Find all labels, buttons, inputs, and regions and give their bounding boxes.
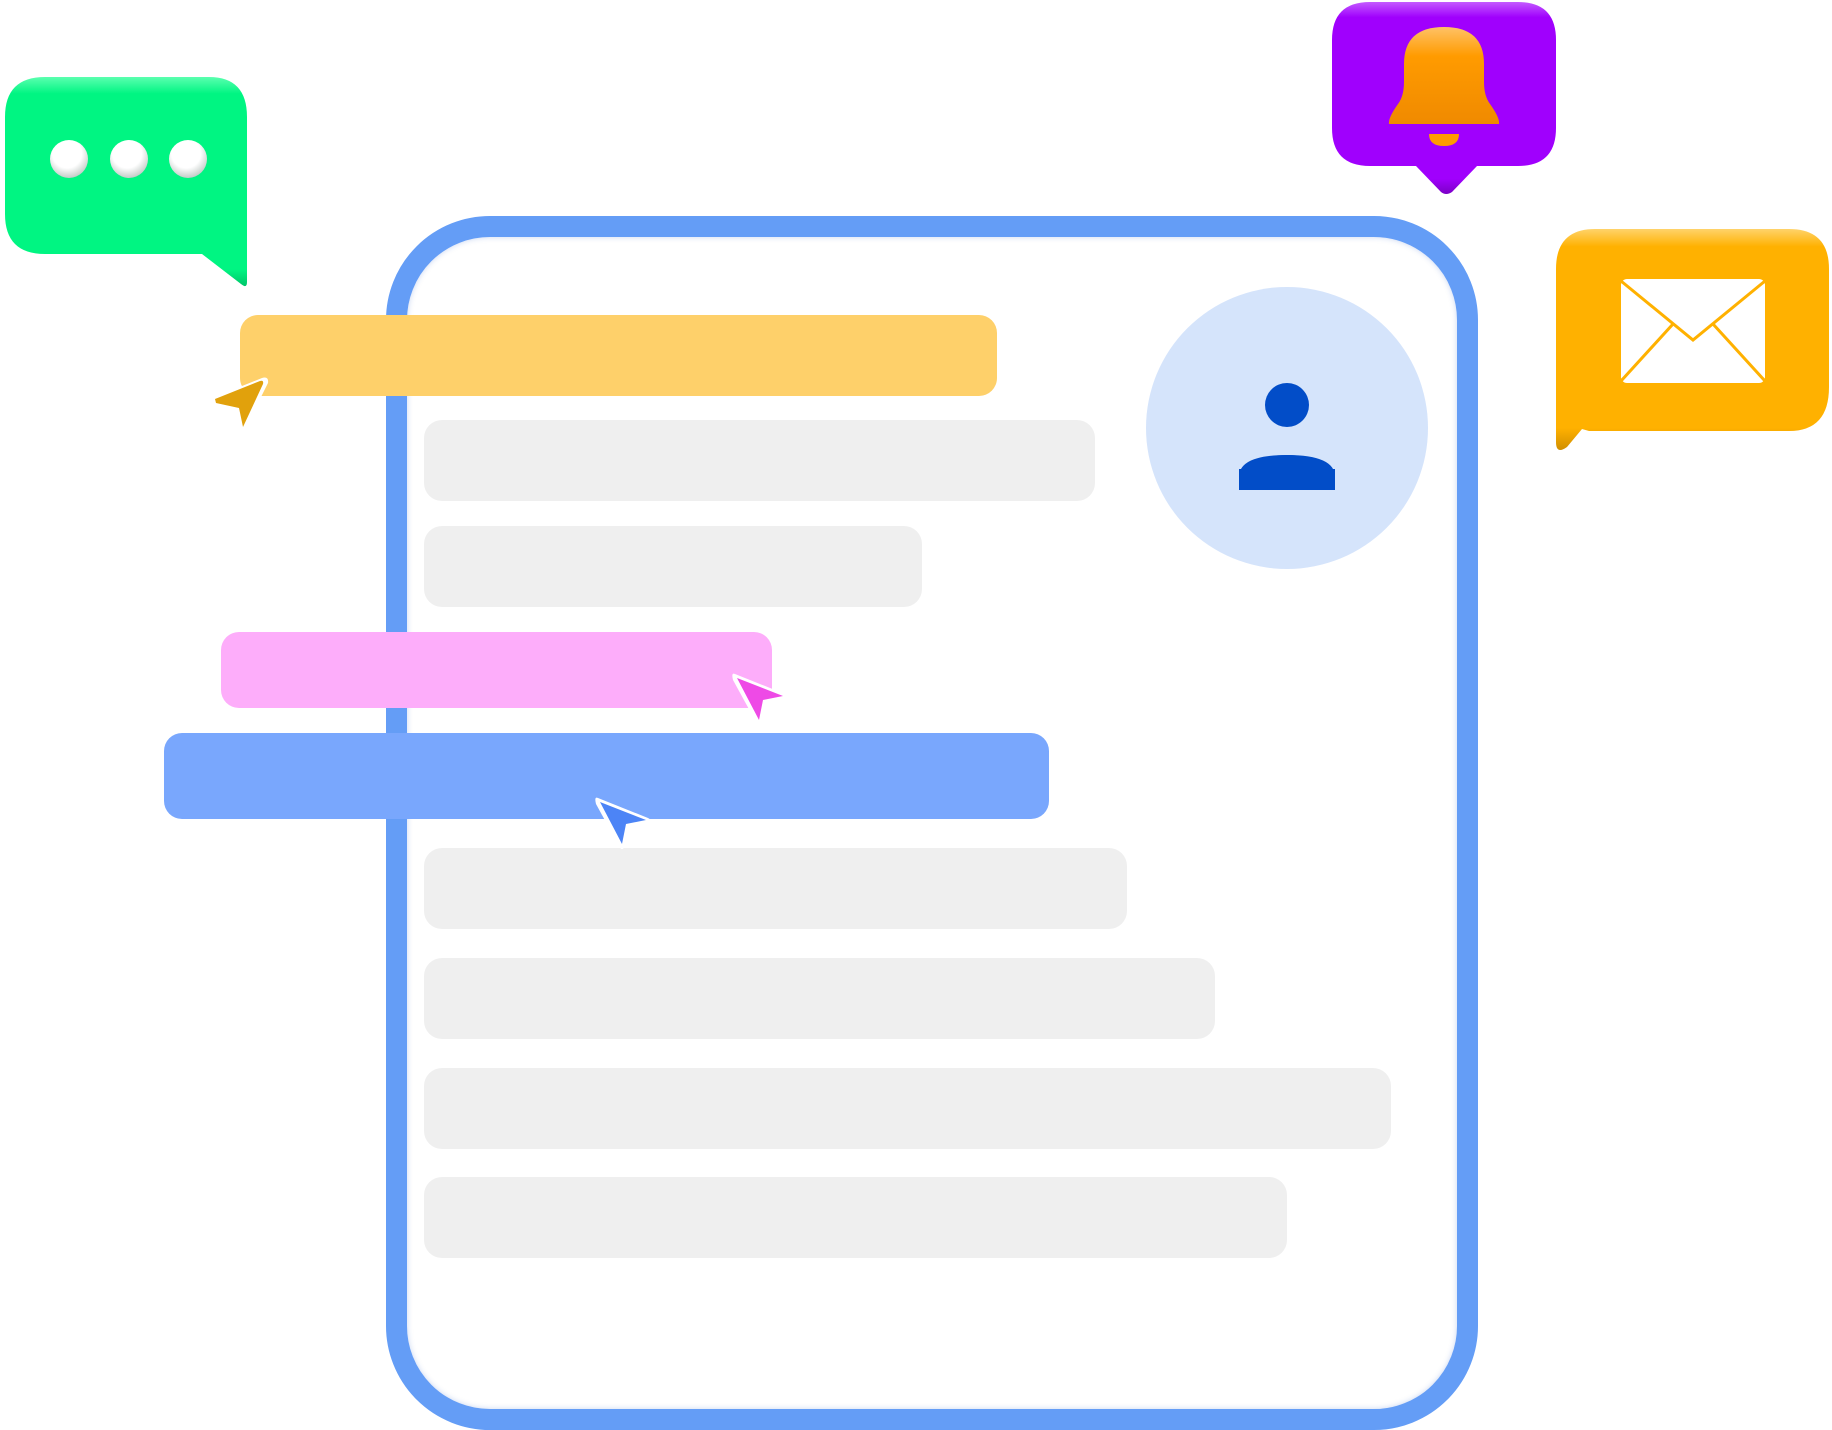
placeholder-bar <box>424 526 922 607</box>
placeholder-bar <box>424 1177 1287 1258</box>
user-avatar-icon <box>1239 383 1335 490</box>
placeholder-bar <box>424 958 1215 1039</box>
placeholder-bar <box>424 420 1095 501</box>
highlight-bar-pink[interactable] <box>221 632 772 708</box>
chat-bubble-icon[interactable] <box>3 75 255 290</box>
mail-envelope-icon[interactable] <box>1553 227 1832 454</box>
notification-bell-icon[interactable] <box>1330 0 1560 196</box>
mouse-pointer-icon <box>209 377 269 432</box>
placeholder-bar <box>424 848 1127 929</box>
mouse-pointer-icon <box>732 673 788 725</box>
placeholder-bar <box>424 1068 1391 1149</box>
user-avatar[interactable] <box>1146 287 1428 569</box>
highlight-bar-yellow[interactable] <box>240 315 997 396</box>
mouse-pointer-icon <box>595 797 651 849</box>
